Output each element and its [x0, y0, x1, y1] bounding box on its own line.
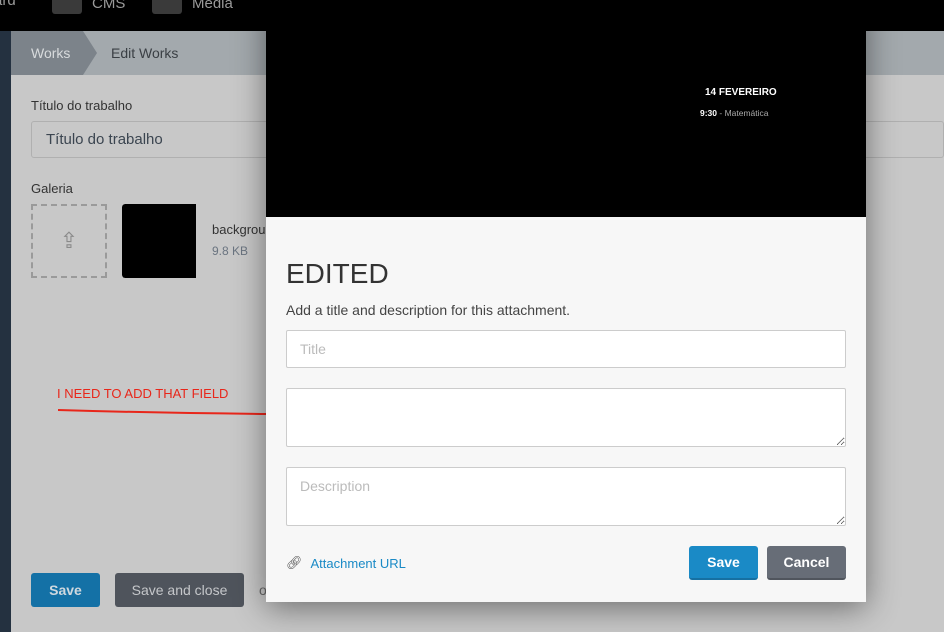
media-icon: [152, 0, 182, 14]
title-field[interactable]: [286, 330, 846, 368]
preview-schedule: 9:30 - Matemática: [700, 108, 769, 118]
modal-heading: EDITED: [286, 258, 389, 289]
nav-item-dashboard[interactable]: ard: [0, 0, 16, 9]
new-field-textarea[interactable]: [286, 388, 846, 447]
save-and-close-button[interactable]: Save and close: [115, 573, 244, 607]
nav-label: ard: [0, 0, 16, 9]
nav-item-media[interactable]: Media: [152, 0, 233, 14]
nav-item-cms[interactable]: CMS: [52, 0, 125, 14]
link-icon: 🔗︎: [286, 555, 303, 570]
attachment-url-link[interactable]: 🔗︎ Attachment URL: [286, 555, 406, 571]
annotation-text: I NEED TO ADD THAT FIELD: [57, 386, 229, 401]
description-field[interactable]: [286, 467, 846, 526]
upload-icon: ⇪: [59, 228, 79, 253]
nav-label: CMS: [92, 0, 126, 12]
breadcrumb-edit-works: Edit Works: [111, 45, 179, 61]
modal-cancel-button[interactable]: Cancel: [767, 546, 846, 580]
save-button[interactable]: Save: [31, 573, 100, 607]
file-size: 9.8 KB: [212, 244, 249, 258]
gallery-file[interactable]: backgrou 9.8 KB: [122, 204, 282, 278]
annotation-arrow: [58, 409, 279, 419]
modal-subtitle: Add a title and description for this att…: [286, 302, 571, 318]
cms-icon: [52, 0, 82, 14]
gallery-label: Galeria: [31, 181, 73, 196]
file-thumbnail: [122, 204, 196, 278]
breadcrumb-works[interactable]: Works: [11, 31, 97, 75]
modal-save-button[interactable]: Save: [689, 546, 758, 580]
sidebar: [0, 31, 11, 632]
edit-attachment-modal: 14 FEVEREIRO 9:30 - Matemática EDITED Ad…: [266, 0, 866, 602]
attachment-url-label: Attachment URL: [310, 555, 406, 571]
upload-dropzone[interactable]: ⇪: [31, 204, 107, 278]
preview-date: 14 FEVEREIRO: [705, 87, 777, 98]
nav-label: Media: [192, 0, 233, 12]
title-label: Título do trabalho: [31, 98, 133, 113]
attachment-preview: 14 FEVEREIRO 9:30 - Matemática: [266, 0, 866, 217]
file-name: backgrou: [212, 222, 266, 237]
